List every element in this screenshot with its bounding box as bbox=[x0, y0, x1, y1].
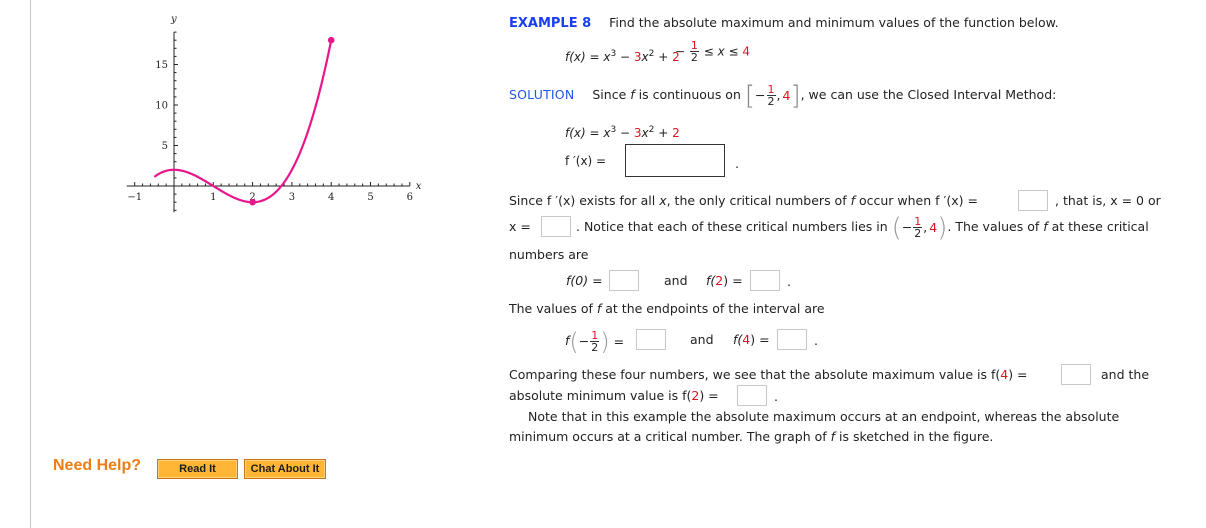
x-tick-label: 1 bbox=[210, 192, 216, 203]
critical-x-label: x = bbox=[509, 219, 531, 234]
period: . bbox=[787, 274, 791, 289]
absolute-min-input[interactable] bbox=[737, 385, 767, 406]
note-line-2: minimum occurs at a critical number. The… bbox=[509, 429, 994, 444]
compare-text: Comparing these four numbers, we see tha… bbox=[509, 367, 1028, 382]
and-text: and bbox=[690, 332, 714, 347]
y-tick-label: 10 bbox=[155, 101, 168, 112]
y-tick-label: 5 bbox=[162, 141, 168, 152]
chat-about-it-button[interactable]: Chat About It bbox=[244, 459, 326, 479]
fpx-label: f ′(x) = bbox=[565, 154, 607, 168]
x-tick-label: −1 bbox=[127, 192, 142, 203]
solution-intro: SOLUTION Since f is continuous on [− 1 2, 4… bbox=[509, 80, 1057, 111]
x-tick-label: 5 bbox=[367, 192, 373, 203]
fraction: 12 bbox=[689, 39, 699, 64]
x-tick-label: 3 bbox=[289, 192, 295, 203]
f-neg-half-label: f(− 1 2) = bbox=[565, 327, 625, 356]
min-text: absolute minimum value is f(2) = bbox=[509, 388, 719, 403]
y-axis-label: y bbox=[170, 14, 177, 25]
compare-end: and the bbox=[1101, 367, 1150, 382]
example-prompt: Find the absolute maximum and minimum va… bbox=[609, 15, 1059, 30]
need-help-label: Need Help? bbox=[53, 457, 142, 474]
period: . bbox=[774, 389, 778, 404]
x-tick-label: 6 bbox=[407, 192, 413, 203]
f0-label: f(0) = bbox=[566, 273, 603, 288]
domain-inequality: − 12 ≤ x ≤ 4 bbox=[675, 39, 750, 64]
critical-line-1: Since f ′(x) exists for all x, the only … bbox=[509, 193, 978, 208]
f2-label: f(2) = bbox=[706, 273, 743, 288]
f2-input[interactable] bbox=[750, 270, 780, 291]
f4-label: f(4) = bbox=[733, 332, 770, 347]
solution-label: SOLUTION bbox=[509, 87, 575, 102]
period: . bbox=[735, 156, 739, 171]
function-curve bbox=[153, 39, 333, 204]
f4-input[interactable] bbox=[777, 329, 807, 350]
absolute-max-input[interactable] bbox=[1061, 364, 1091, 385]
f0-input[interactable] bbox=[609, 270, 639, 291]
read-it-button[interactable]: Read It bbox=[157, 459, 238, 479]
and-text: and bbox=[664, 273, 688, 288]
marked-point bbox=[327, 36, 335, 44]
function-definition: f(x) = x3 − 3x2 + 2 bbox=[565, 49, 680, 64]
fx-line: f(x) = x3 − 3x2 + 2 bbox=[565, 125, 680, 140]
marked-point bbox=[249, 198, 256, 206]
example-label: EXAMPLE 8 bbox=[509, 16, 592, 31]
f-neg-half-input[interactable] bbox=[636, 329, 666, 350]
derivative-zero-input[interactable] bbox=[1018, 190, 1048, 211]
x-tick-label: 4 bbox=[328, 192, 334, 203]
critical-line-3: numbers are bbox=[509, 247, 589, 262]
period: . bbox=[814, 333, 818, 348]
critical-line-2: . Notice that each of these critical num… bbox=[576, 212, 1149, 243]
endpoints-text: The values of f at the endpoints of the … bbox=[509, 301, 825, 316]
page-left-border bbox=[30, 0, 31, 528]
y-tick-label: 15 bbox=[155, 60, 168, 71]
note-line-1: Note that in this example the absolute m… bbox=[528, 409, 1120, 424]
critical-line-1-end: , that is, x = 0 or bbox=[1055, 193, 1161, 208]
example-heading: EXAMPLE 8 Find the absolute maximum and … bbox=[509, 15, 1059, 32]
x-axis-label: x bbox=[416, 181, 422, 192]
derivative-answer-input[interactable] bbox=[625, 144, 725, 177]
critical-number-input[interactable] bbox=[541, 216, 571, 237]
function-graph: −1 1 2 3 4 5 651015 x y bbox=[126, 14, 422, 213]
